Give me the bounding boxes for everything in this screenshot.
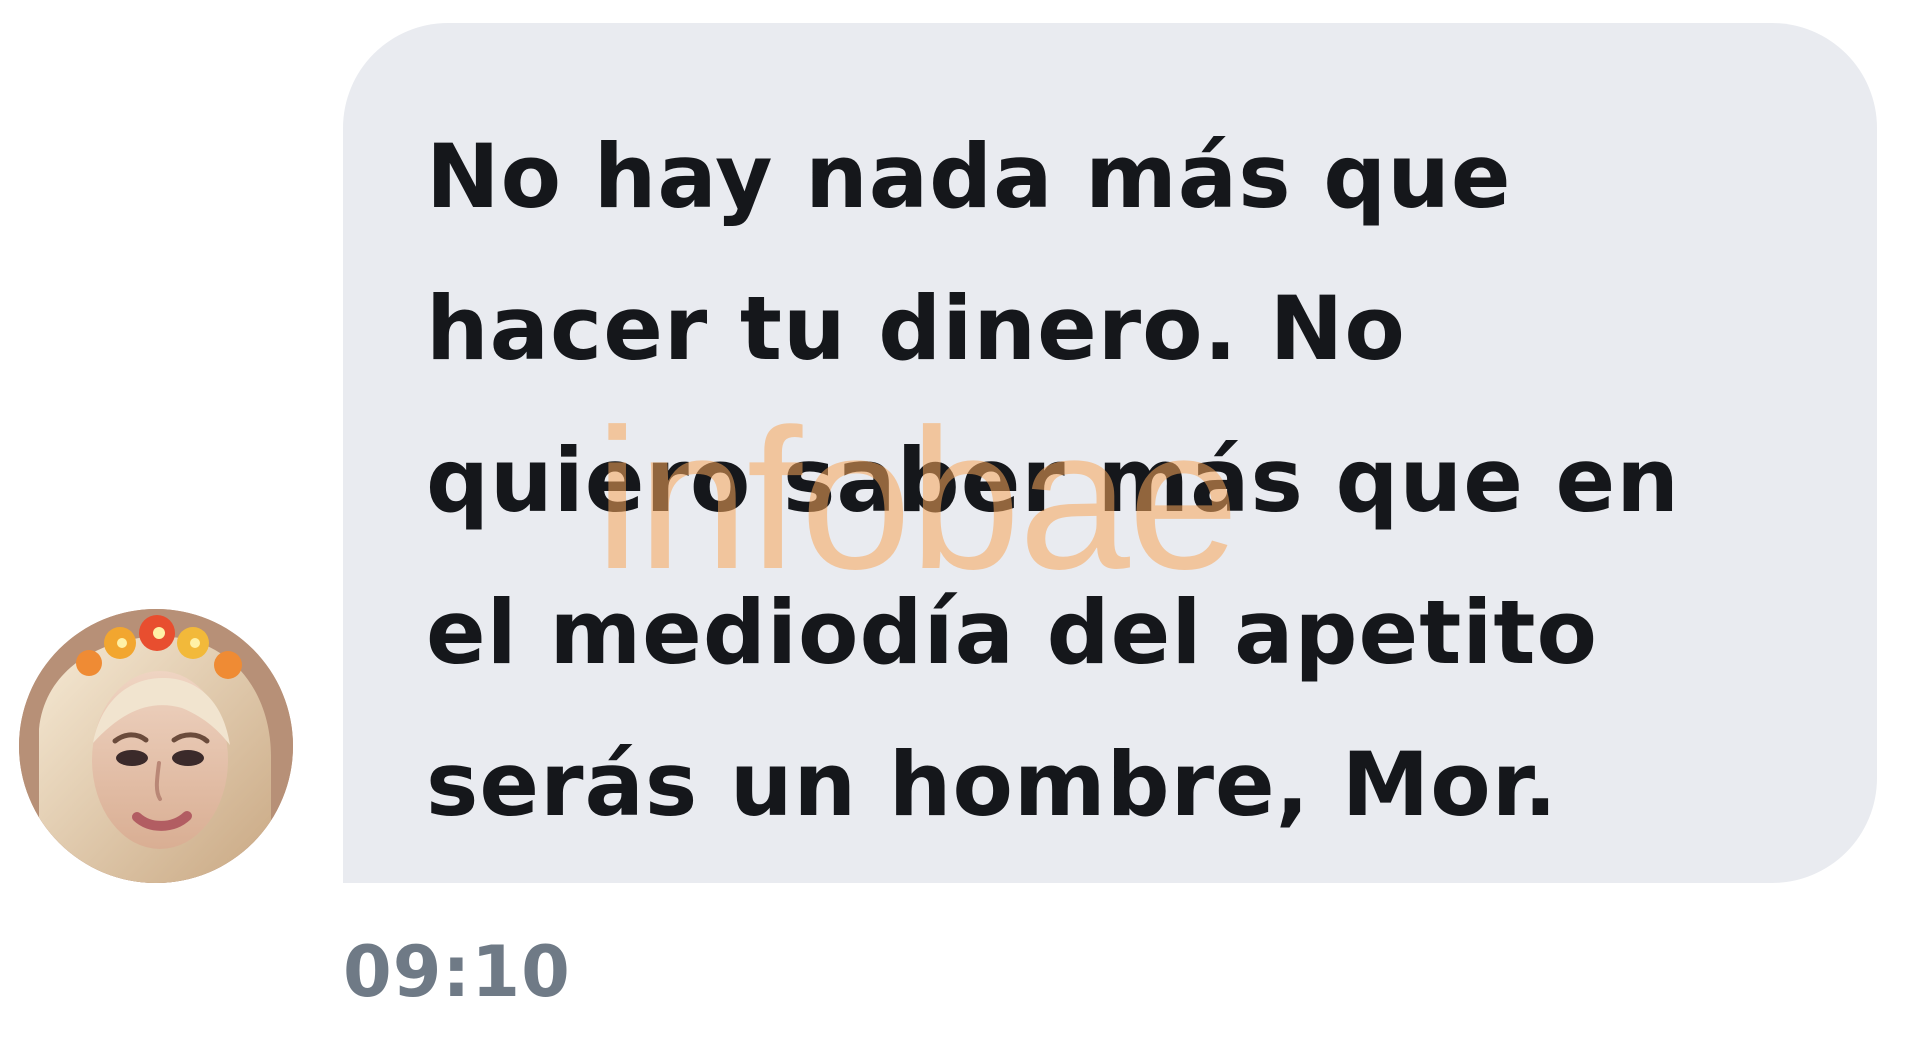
avatar-photo-icon <box>19 609 293 883</box>
message-timestamp: 09:10 <box>343 931 571 1013</box>
incoming-message-bubble[interactable]: No hay nada más que hacer tu dinero. No … <box>343 23 1877 883</box>
contact-avatar[interactable] <box>19 609 293 883</box>
message-text: No hay nada más que hacer tu dinero. No … <box>426 125 1680 836</box>
